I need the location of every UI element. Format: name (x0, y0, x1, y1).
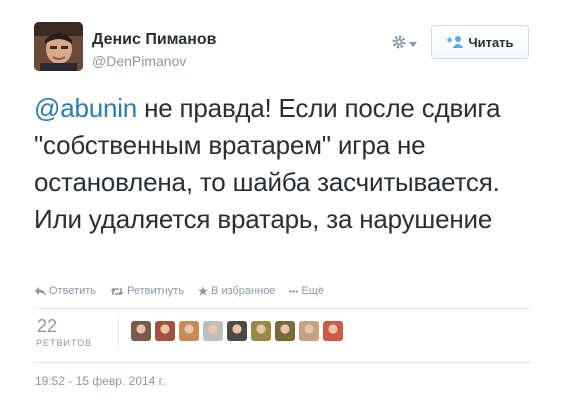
favorite-action[interactable]: В избранное (198, 285, 275, 297)
user-actions-dropdown[interactable] (391, 34, 421, 54)
more-dots-icon (289, 287, 299, 296)
retweeter-avatar[interactable] (227, 321, 247, 341)
mention-link[interactable]: @abunin (34, 93, 137, 123)
retweet-icon (110, 287, 124, 296)
tweet-header: Денис Пиманов @DenPimanov Читать (34, 20, 531, 72)
tweet-actions: Ответить Ретвитнуть В избранное Ещё (35, 285, 324, 297)
favorite-label: В избранное (211, 285, 276, 297)
divider (34, 308, 531, 309)
stats-divider (118, 318, 119, 350)
retweeter-avatar[interactable] (155, 321, 175, 341)
retweeter-avatar[interactable] (251, 321, 271, 341)
retweet-label: Ретвитнуть (127, 285, 185, 297)
reply-label: Ответить (49, 285, 97, 297)
star-icon (198, 286, 209, 296)
retweeter-avatar[interactable] (299, 321, 319, 341)
author-avatar[interactable] (34, 22, 83, 71)
more-action[interactable]: Ещё (289, 285, 324, 297)
chevron-down-icon (409, 35, 417, 53)
divider (34, 362, 531, 363)
tweet-text: @abunin не правда! Если после сдвига "со… (34, 90, 534, 238)
author-name[interactable]: Денис Пиманов (92, 31, 216, 49)
retweeter-avatar[interactable] (203, 321, 223, 341)
tweet-timestamp[interactable]: 19:52 - 15 февр. 2014 г. (35, 374, 165, 388)
reply-action[interactable]: Ответить (35, 285, 96, 297)
retweet-count-label: РЕТВИТОВ (36, 338, 93, 348)
retweet-count[interactable]: 22 (37, 316, 57, 337)
follow-person-icon (446, 35, 464, 49)
gear-icon (391, 34, 407, 55)
retweeter-avatars (131, 321, 343, 341)
reply-icon (35, 286, 46, 296)
retweeter-avatar[interactable] (275, 321, 295, 341)
follow-button-label: Читать (468, 34, 514, 50)
follow-button[interactable]: Читать (431, 25, 529, 59)
retweeter-avatar[interactable] (179, 321, 199, 341)
author-handle[interactable]: @DenPimanov (92, 53, 186, 69)
tweet-stats: 22 РЕТВИТОВ (34, 314, 534, 360)
more-label: Ещё (301, 285, 324, 297)
retweeter-avatar[interactable] (131, 321, 151, 341)
retweeter-avatar[interactable] (323, 321, 343, 341)
retweet-action[interactable]: Ретвитнуть (110, 285, 184, 297)
